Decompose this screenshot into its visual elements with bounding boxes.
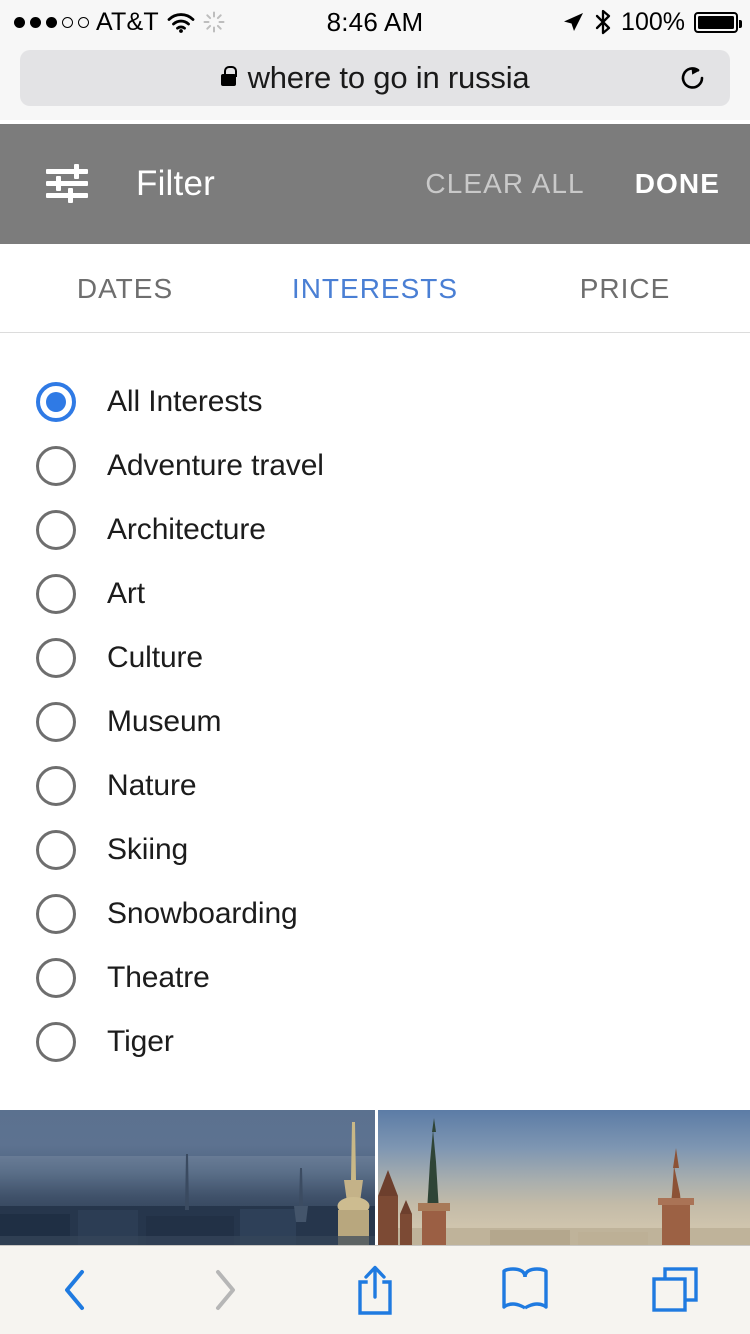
back-button[interactable] [0,1246,150,1334]
lock-icon [220,66,237,86]
list-item[interactable]: Museum [0,690,750,754]
battery-full-icon [694,11,742,33]
list-item[interactable]: Architecture [0,498,750,562]
list-item-label: Skiing [107,833,189,866]
radio-icon[interactable] [36,446,76,486]
filter-title: Filter [136,164,215,203]
list-item-label: Culture [107,641,204,674]
tabs-icon [652,1267,698,1312]
list-item-label: Museum [107,705,222,738]
safari-bottom-toolbar [0,1245,750,1334]
list-item-label: All Interests [107,385,263,418]
tabs-button[interactable] [600,1246,750,1334]
share-icon [358,1265,392,1315]
filter-tabs: DATES INTERESTS PRICE [0,244,750,333]
radio-icon[interactable] [36,830,76,870]
list-item-label: Tiger [107,1025,174,1058]
list-item-label: Nature [107,769,197,802]
reload-icon[interactable] [678,63,708,93]
bluetooth-icon [595,9,611,35]
list-item[interactable]: Snowboarding [0,882,750,946]
address-bar[interactable]: where to go in russia [20,50,730,106]
tab-interests[interactable]: INTERESTS [250,273,500,305]
safari-browser-screen: AT&T 8:46 AM 100% where to go in russia … [0,0,750,1334]
list-item[interactable]: All Interests [0,370,750,434]
radio-icon[interactable] [36,766,76,806]
list-item[interactable]: Culture [0,626,750,690]
radio-icon[interactable] [36,894,76,934]
forward-button[interactable] [150,1246,300,1334]
battery-percent-label: 100% [621,7,685,36]
radio-icon[interactable] [36,638,76,678]
radio-icon[interactable] [36,574,76,614]
forward-chevron-icon [216,1270,235,1310]
moscow-kremlin-towers-photo[interactable] [378,1110,750,1245]
share-button[interactable] [300,1246,450,1334]
done-button[interactable]: DONE [635,168,720,200]
filter-header-actions: CLEAR ALL DONE [425,168,750,200]
url-text[interactable]: where to go in russia [248,60,530,96]
list-item[interactable]: Art [0,562,750,626]
list-item-label: Theatre [107,961,210,994]
back-chevron-icon [65,1270,84,1310]
radio-icon[interactable] [36,510,76,550]
list-item[interactable]: Theatre [0,946,750,1010]
saint-petersburg-skyline-photo[interactable] [0,1110,375,1245]
filter-header: Filter CLEAR ALL DONE [0,124,750,244]
sliders-icon[interactable] [46,164,88,203]
list-item-label: Architecture [107,513,266,546]
status-bar-right: 100% [561,7,742,37]
list-item[interactable]: Skiing [0,818,750,882]
tab-price[interactable]: PRICE [500,273,750,305]
interests-option-list: All Interests Adventure travel Architect… [0,333,750,1110]
list-item-label: Adventure travel [107,449,324,482]
list-item[interactable]: Tiger [0,1010,750,1074]
bookmarks-button[interactable] [450,1246,600,1334]
list-item[interactable]: Adventure travel [0,434,750,498]
browser-address-bar-container: where to go in russia [0,44,750,120]
radio-icon-selected[interactable] [36,382,76,422]
radio-icon[interactable] [36,1022,76,1062]
status-bar: AT&T 8:46 AM 100% [0,0,750,44]
list-item-label: Snowboarding [107,897,298,930]
location-arrow-icon [564,13,584,31]
tab-dates[interactable]: DATES [0,273,250,305]
radio-icon[interactable] [36,702,76,742]
list-item[interactable]: Nature [0,754,750,818]
clear-all-button[interactable]: CLEAR ALL [425,168,584,200]
radio-icon[interactable] [36,958,76,998]
book-icon [502,1267,548,1310]
destination-photo-strip [0,1110,750,1245]
list-item-label: Art [107,577,146,610]
